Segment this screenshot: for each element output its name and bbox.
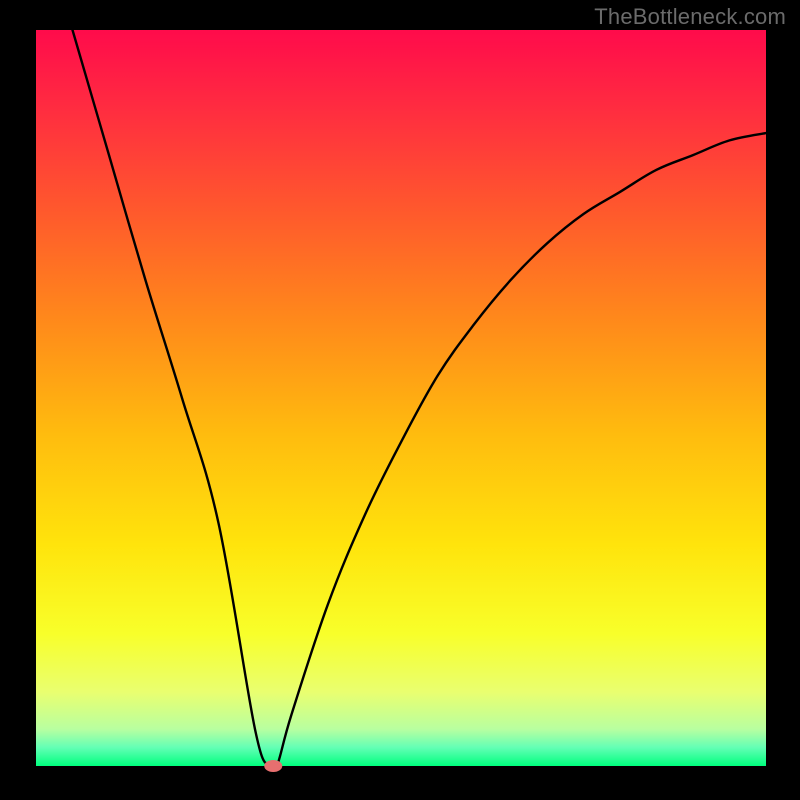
optimum-marker — [264, 760, 282, 772]
watermark-text: TheBottleneck.com — [594, 4, 786, 30]
bottleneck-chart — [0, 0, 800, 800]
plot-background — [36, 30, 766, 766]
chart-frame: TheBottleneck.com — [0, 0, 800, 800]
